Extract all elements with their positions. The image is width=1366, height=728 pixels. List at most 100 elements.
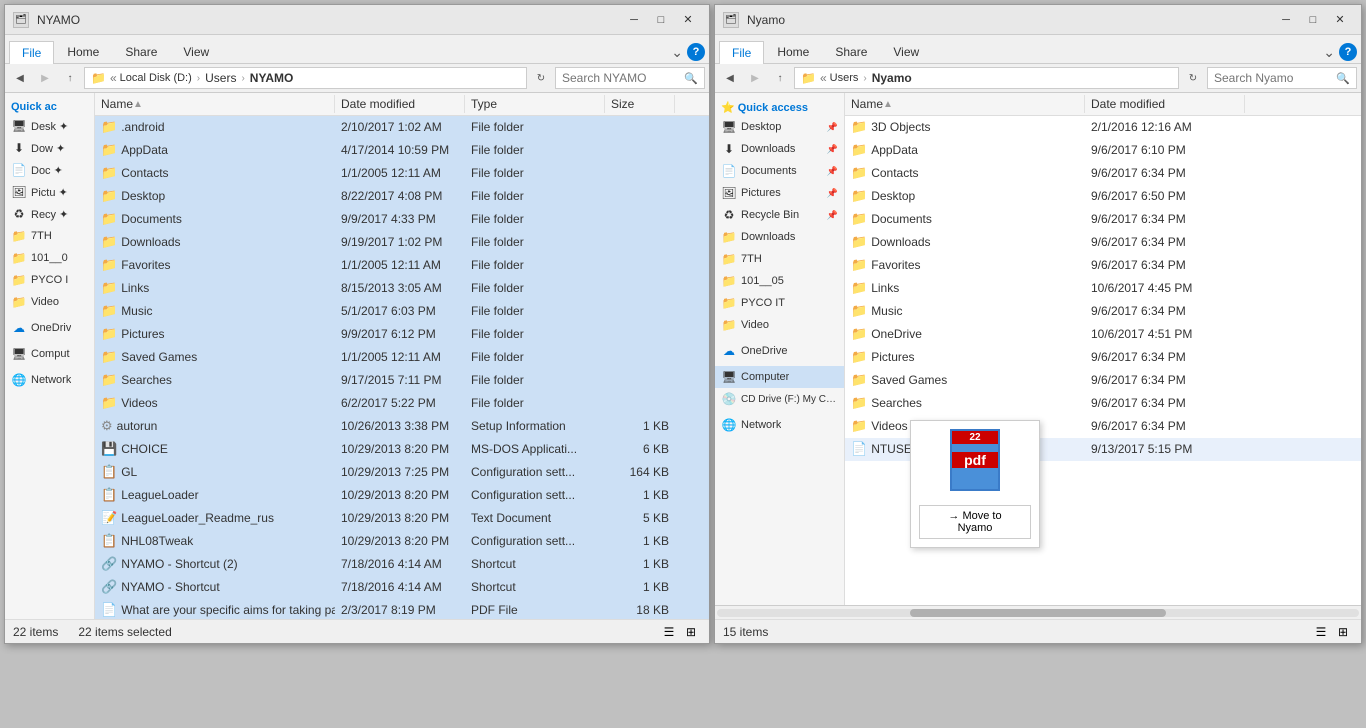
col-header-size-1[interactable]: Size (605, 95, 675, 113)
address-path-2[interactable]: 📁 « Users › Nyamo (794, 67, 1179, 89)
sidebar-item-computer-2[interactable]: 🖥 Computer (715, 366, 844, 388)
sidebar-item-documents-1[interactable]: 📄 Doc ✦ (5, 159, 94, 181)
ribbon-expand-icon-2[interactable]: ⌄ (1323, 44, 1335, 61)
tab-share-1[interactable]: Share (112, 40, 170, 63)
table-row[interactable]: 📁 Favorites 9/6/2017 6:34 PM (845, 254, 1361, 277)
table-row[interactable]: 📁 Saved Games 9/6/2017 6:34 PM (845, 369, 1361, 392)
maximize-btn-2[interactable]: □ (1300, 7, 1326, 33)
search-box-1[interactable]: 🔍 (555, 67, 705, 89)
up-btn-2[interactable]: ↑ (769, 67, 791, 89)
move-to-nyamo-btn[interactable]: → Move to Nyamo (919, 505, 1031, 539)
details-view-btn-2[interactable]: ☰ (1311, 622, 1331, 642)
close-btn-2[interactable]: ✕ (1327, 7, 1353, 33)
table-row[interactable]: 📁 Contacts 9/6/2017 6:34 PM (845, 162, 1361, 185)
table-row[interactable]: 📁 Pictures 9/6/2017 6:34 PM (845, 346, 1361, 369)
close-btn-1[interactable]: ✕ (675, 7, 701, 33)
sidebar-item-101-1[interactable]: 📁 101__0 (5, 247, 94, 269)
col-header-name-1[interactable]: Name ▲ (95, 95, 335, 113)
table-row[interactable]: 📁 .android 2/10/2017 1:02 AM File folder (95, 116, 709, 139)
table-row[interactable]: 📝 LeagueLoader_Readme_rus 10/29/2013 8:2… (95, 507, 709, 530)
table-row[interactable]: 📁 Downloads 9/6/2017 6:34 PM (845, 231, 1361, 254)
table-row[interactable]: ⚙ autorun 10/26/2013 3:38 PM Setup Infor… (95, 415, 709, 438)
col-header-name-2[interactable]: Name ▲ (845, 95, 1085, 113)
sidebar-item-pictures-1[interactable]: 🖼 Pictu ✦ (5, 181, 94, 203)
sidebar-item-downloads-folder-2[interactable]: 📁 Downloads (715, 226, 844, 248)
table-row[interactable]: 📁 Videos 6/2/2017 5:22 PM File folder (95, 392, 709, 415)
table-row[interactable]: 📁 Searches 9/6/2017 6:34 PM (845, 392, 1361, 415)
sidebar-item-downloads-2[interactable]: ⬇ Downloads 📌 (715, 138, 844, 160)
sidebar-item-onedrive-1[interactable]: ☁ OneDriv (5, 317, 94, 339)
maximize-btn-1[interactable]: □ (648, 7, 674, 33)
sidebar-item-cd-2[interactable]: 💿 CD Drive (F:) My CDR (715, 388, 844, 410)
table-row[interactable]: 📁 Documents 9/9/2017 4:33 PM File folder (95, 208, 709, 231)
large-icons-btn-1[interactable]: ⊞ (681, 622, 701, 642)
col-header-type-1[interactable]: Type (465, 95, 605, 113)
tab-file-1[interactable]: File (9, 41, 54, 64)
sidebar-item-7th-2[interactable]: 📁 7TH (715, 248, 844, 270)
tab-share-2[interactable]: Share (822, 40, 880, 63)
table-row[interactable]: 📁 Documents 9/6/2017 6:34 PM (845, 208, 1361, 231)
tab-home-2[interactable]: Home (764, 40, 822, 63)
tab-file-2[interactable]: File (719, 41, 764, 64)
search-box-2[interactable]: 🔍 (1207, 67, 1357, 89)
sidebar-item-downloads-1[interactable]: ⬇ Dow ✦ (5, 137, 94, 159)
table-row[interactable]: 📁 Desktop 8/22/2017 4:08 PM File folder (95, 185, 709, 208)
search-input-1[interactable] (562, 71, 684, 85)
up-btn-1[interactable]: ↑ (59, 67, 81, 89)
table-row[interactable]: 📁 Contacts 1/1/2005 12:11 AM File folder (95, 162, 709, 185)
table-row[interactable]: 📄 What are your specific aims for taking… (95, 599, 709, 619)
address-path-1[interactable]: 📁 « Local Disk (D:) › Users › NYAMO (84, 67, 527, 89)
table-row[interactable]: 📁 Favorites 1/1/2005 12:11 AM File folde… (95, 254, 709, 277)
ribbon-expand-icon[interactable]: ⌄ (671, 44, 683, 61)
table-row[interactable]: 📁 Saved Games 1/1/2005 12:11 AM File fol… (95, 346, 709, 369)
table-row[interactable]: 📁 AppData 4/17/2014 10:59 PM File folder (95, 139, 709, 162)
col-header-date-1[interactable]: Date modified (335, 95, 465, 113)
sidebar-item-onedrive-2[interactable]: ☁ OneDrive (715, 340, 844, 362)
sidebar-item-video-1[interactable]: 📁 Video (5, 291, 94, 313)
table-row[interactable]: 📋 LeagueLoader 10/29/2013 8:20 PM Config… (95, 484, 709, 507)
table-row[interactable]: 🔗 NYAMO - Shortcut (2) 7/18/2016 4:14 AM… (95, 553, 709, 576)
table-row[interactable]: 📁 OneDrive 10/6/2017 4:51 PM (845, 323, 1361, 346)
table-row[interactable]: 📁 Searches 9/17/2015 7:11 PM File folder (95, 369, 709, 392)
table-row[interactable]: 💾 CHOICE 10/29/2013 8:20 PM MS-DOS Appli… (95, 438, 709, 461)
back-btn-2[interactable]: ◀ (719, 67, 741, 89)
sidebar-item-desktop-2[interactable]: 🖥 Desktop 📌 (715, 116, 844, 138)
table-row[interactable]: 📋 NHL08Tweak 10/29/2013 8:20 PM Configur… (95, 530, 709, 553)
table-row[interactable]: 📁 Desktop 9/6/2017 6:50 PM (845, 185, 1361, 208)
sidebar-item-pyco-1[interactable]: 📁 PYCO I (5, 269, 94, 291)
sidebar-item-desktop-1[interactable]: 🖥 Desk ✦ (5, 115, 94, 137)
help-icon-2[interactable]: ? (1339, 43, 1357, 61)
refresh-btn-1[interactable]: ↻ (530, 67, 552, 89)
sidebar-item-pyco-2[interactable]: 📁 PYCO IT (715, 292, 844, 314)
minimize-btn-1[interactable]: ─ (621, 7, 647, 33)
sidebar-item-7th-1[interactable]: 📁 7TH (5, 225, 94, 247)
sidebar-item-recycle-1[interactable]: ♻ Recy ✦ (5, 203, 94, 225)
sidebar-item-recycle-2[interactable]: ♻ Recycle Bin 📌 (715, 204, 844, 226)
table-row[interactable]: 🔗 NYAMO - Shortcut 7/18/2016 4:14 AM Sho… (95, 576, 709, 599)
refresh-btn-2[interactable]: ↻ (1182, 67, 1204, 89)
table-row[interactable]: 📁 Music 9/6/2017 6:34 PM (845, 300, 1361, 323)
table-row[interactable]: 📁 Links 8/15/2013 3:05 AM File folder (95, 277, 709, 300)
large-icons-btn-2[interactable]: ⊞ (1333, 622, 1353, 642)
col-header-date-2[interactable]: Date modified (1085, 95, 1245, 113)
sidebar-item-network-2[interactable]: 🌐 Network (715, 414, 844, 436)
sidebar-item-computer-1[interactable]: 🖥 Comput (5, 343, 94, 365)
sidebar-item-101-2[interactable]: 📁 101__05 (715, 270, 844, 292)
sidebar-item-documents-2[interactable]: 📄 Documents 📌 (715, 160, 844, 182)
details-view-btn-1[interactable]: ☰ (659, 622, 679, 642)
tab-home-1[interactable]: Home (54, 40, 112, 63)
tab-view-1[interactable]: View (170, 40, 222, 63)
sidebar-item-pictures-2[interactable]: 🖼 Pictures 📌 (715, 182, 844, 204)
back-btn-1[interactable]: ◀ (9, 67, 31, 89)
table-row[interactable]: 📁 Pictures 9/9/2017 6:12 PM File folder (95, 323, 709, 346)
sidebar-item-video-2[interactable]: 📁 Video (715, 314, 844, 336)
table-row[interactable]: 📁 3D Objects 2/1/2016 12:16 AM (845, 116, 1361, 139)
sidebar-item-network-1[interactable]: 🌐 Network (5, 369, 94, 391)
minimize-btn-2[interactable]: ─ (1273, 7, 1299, 33)
forward-btn-2[interactable]: ▶ (744, 67, 766, 89)
tab-view-2[interactable]: View (880, 40, 932, 63)
table-row[interactable]: 📁 Music 5/1/2017 6:03 PM File folder (95, 300, 709, 323)
help-icon-1[interactable]: ? (687, 43, 705, 61)
table-row[interactable]: 📁 Downloads 9/19/2017 1:02 PM File folde… (95, 231, 709, 254)
scrollbar-h-2[interactable] (715, 605, 1361, 619)
